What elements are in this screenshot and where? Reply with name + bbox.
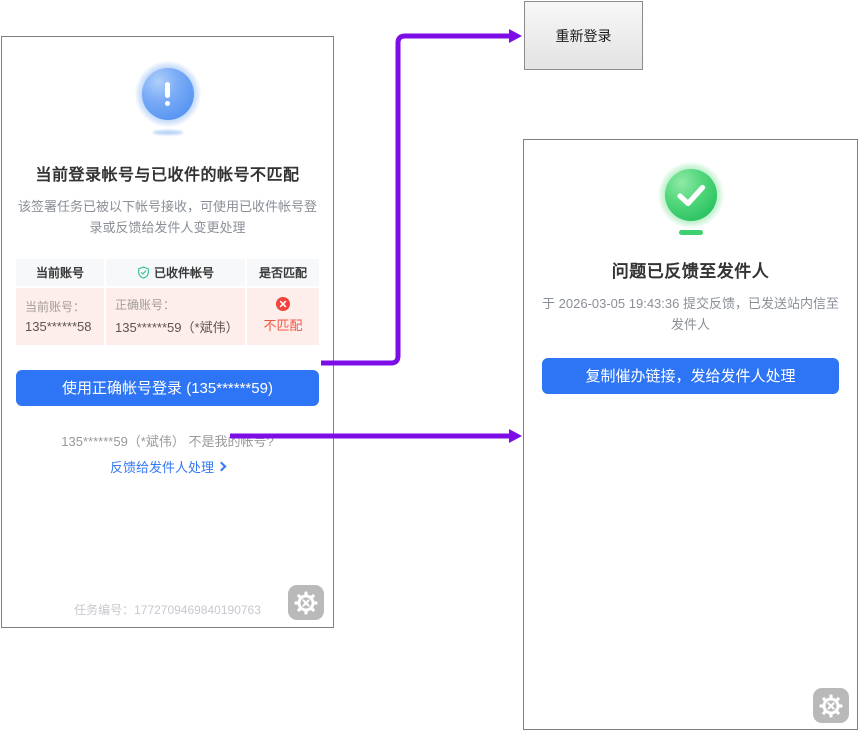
page-subtitle: 该签署任务已被以下帐号接收，可使用已收件帐号登录或反馈给发件人变更处理 [2, 197, 333, 239]
success-icon-shadow [679, 230, 703, 235]
table-header-current-account: 当前账号 [16, 259, 104, 286]
current-account-value: 135******58 [25, 319, 92, 334]
success-title: 问题已反馈至发件人 [524, 257, 857, 282]
feedback-to-sender-link[interactable]: 反馈给发件人处理 [110, 457, 225, 476]
exclamation-dot [165, 101, 170, 106]
feedback-link-row: 反馈给发件人处理 [2, 450, 333, 477]
table-header-label: 当前账号 [36, 264, 84, 281]
success-circle-icon [665, 169, 717, 221]
shield-check-icon [137, 266, 150, 279]
mismatch-status-text: 不匹配 [263, 315, 302, 334]
cell-correct-account: 正确账号： 135******59（*斌伟） [106, 288, 245, 345]
correct-account-label: 正确账号： [115, 296, 175, 313]
alert-icon-shadow [153, 130, 183, 135]
table-header-received-account: 已收件帐号 [106, 259, 245, 286]
check-icon [665, 169, 717, 221]
gear-icon [816, 691, 846, 721]
current-account-label: 当前账号： [25, 298, 85, 315]
copy-urge-link-button[interactable]: 复制催办链接，发给发件人处理 [542, 358, 839, 394]
table-header-match: 是否匹配 [247, 259, 319, 286]
flow-diagram-canvas: 当前登录帐号与已收件的帐号不匹配 该签署任务已被以下帐号接收，可使用已收件帐号登… [0, 0, 859, 733]
not-my-account-text: 135******59（*斌伟） 不是我的帐号? [2, 431, 333, 450]
chevron-right-icon [217, 461, 227, 471]
exclamation-bar [165, 82, 170, 98]
gear-icon [291, 588, 321, 618]
alert-icon-halo [135, 61, 201, 127]
relogin-label: 重新登录 [556, 26, 612, 46]
settings-gear-button[interactable] [288, 585, 324, 620]
account-compare-table: 当前账号 已收件帐号 是否匹配 当前账号： 135******58 正确账 [16, 259, 319, 345]
correct-account-value: 135******59（*斌伟） [115, 317, 239, 336]
account-mismatch-screen: 当前登录帐号与已收件的帐号不匹配 该签署任务已被以下帐号接收，可使用已收件帐号登… [1, 36, 334, 628]
success-icon [524, 162, 857, 235]
feedback-success-screen: 问题已反馈至发件人 于 2026-03-05 19:43:36 提交反馈，已发送… [523, 139, 858, 730]
success-subtitle: 于 2026-03-05 19:43:36 提交反馈，已发送站内信至发件人 [524, 294, 857, 336]
alert-circle-icon [142, 68, 194, 120]
alert-icon [2, 61, 333, 135]
mismatch-x-icon [276, 297, 290, 311]
cell-current-account: 当前账号： 135******58 [16, 288, 104, 345]
cell-match-status: 不匹配 [247, 288, 319, 345]
arrow-login-to-relogin [321, 36, 510, 363]
relogin-node[interactable]: 重新登录 [524, 1, 643, 70]
settings-gear-button[interactable] [813, 688, 849, 723]
login-correct-account-button[interactable]: 使用正确帐号登录 (135******59) [16, 370, 319, 406]
arrowhead-relogin [509, 29, 522, 43]
table-header-label: 已收件帐号 [154, 264, 214, 281]
arrowhead-success [509, 429, 522, 443]
task-id-text: 任务编号：1772709469840190763 [2, 601, 333, 618]
success-icon-halo [658, 162, 724, 228]
feedback-link-label: 反馈给发件人处理 [110, 457, 214, 476]
table-header-label: 是否匹配 [259, 264, 307, 281]
page-title: 当前登录帐号与已收件的帐号不匹配 [2, 161, 333, 185]
